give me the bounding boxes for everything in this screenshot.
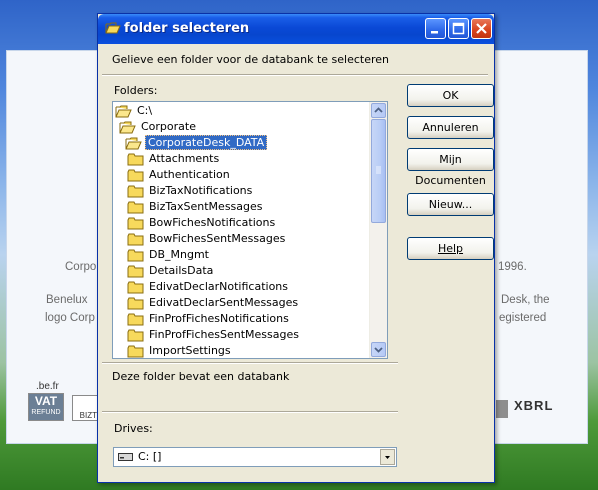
tree-item-label: Authentication [149,168,230,181]
folder-icon [127,265,144,278]
drive-select[interactable]: C: [] [113,447,397,467]
tree-item-label: DB_Mngmt [149,248,209,261]
tree-item-label: CorporateDesk_DATA [145,135,268,150]
grip-icon [376,166,381,174]
folders-label: Folders: [114,84,158,97]
minimize-button[interactable] [425,18,446,39]
tree-item-label: EdivatDeclarSentMessages [149,296,299,309]
biztax-logo: BIZT [72,395,98,421]
folder-icon [127,185,144,198]
tree-item-label: BowFichesSentMessages [149,232,286,245]
dialog-body: Gelieve een folder voor de databank te s… [102,44,494,480]
tree-item-label: FinProfFichesNotifications [149,312,289,325]
close-icon [476,23,487,34]
tree-item-label: Attachments [149,152,220,165]
tree-item-label: ImportSettings [149,344,231,357]
tree-item[interactable]: Authentication [127,167,232,183]
tree-item[interactable]: EdivatDeclarNotifications [127,279,290,295]
titlebar[interactable]: folder selecteren [98,14,494,44]
drives-label: Drives: [114,422,153,435]
scroll-thumb[interactable] [371,119,386,223]
bg-logo-block [496,400,508,418]
divider [102,411,398,413]
folder-icon [127,233,144,246]
divider [102,74,488,76]
folder-icon [127,313,144,326]
folder-icon [127,249,144,262]
folder-select-dialog: folder selecteren Gelieve een folder voo… [97,13,495,483]
tree-item[interactable]: BizTaxNotifications [127,183,254,199]
tree-item[interactable]: FinProfFichesNotifications [127,311,291,327]
folder-icon [127,345,144,358]
close-button[interactable] [471,18,492,39]
tree-item[interactable]: Corporate [119,119,198,135]
scroll-down-button[interactable] [371,342,386,357]
tree-item[interactable]: Attachments [127,151,221,167]
tree-item[interactable]: DB_Mngmt [127,247,211,263]
tree-item-label: Corporate [141,120,196,133]
tree-item[interactable]: CorporateDesk_DATA [125,135,268,151]
tree-item-label: EdivatDeclarNotifications [149,280,289,293]
tree-item-label: BowFichesNotifications [149,216,276,229]
chevron-down-icon [385,456,390,459]
drive-icon [118,453,133,461]
folder-icon [127,153,144,166]
folder-open-icon [115,105,132,118]
folder-icon [127,281,144,294]
logo-befr: .be.fr [36,381,59,392]
folder-open-icon [119,121,136,134]
chevron-down-icon [374,347,383,353]
help-button[interactable]: Help [407,237,494,260]
tree-item[interactable]: BowFichesSentMessages [127,231,287,247]
instruction-text: Gelieve een folder voor de databank te s… [112,53,389,66]
xbrl-logo: XBRL [514,398,554,413]
scroll-up-button[interactable] [371,103,386,118]
tree-item[interactable]: ImportSettings [127,343,233,358]
tree-item[interactable]: DetailsData [127,263,215,279]
tree-item-label: DetailsData [149,264,214,277]
new-folder-button[interactable]: Nieuw... [407,193,494,216]
folder-icon [127,169,144,182]
tree-item[interactable]: BizTaxSentMessages [127,199,265,215]
maximize-icon [452,22,465,35]
folder-icon [127,297,144,310]
status-text: Deze folder bevat een databank [112,370,290,383]
folder-open-icon [125,137,142,150]
cancel-button[interactable]: Annuleren [407,116,494,139]
window-title: folder selecteren [124,21,250,36]
tree-item-label: FinProfFichesSentMessages [149,328,299,341]
folder-icon [127,329,144,342]
vat-refund-logo: VAT REFUND [28,393,64,421]
divider [102,362,398,364]
bg-text-line2-left: Benelux [46,294,88,306]
bg-text-line1-right: 1996. [498,261,527,273]
tree-item-label: C:\ [137,104,153,117]
drive-dropdown-button[interactable] [380,449,395,465]
my-documents-button[interactable]: Mijn Documenten [407,148,494,187]
tree-item[interactable]: BowFichesNotifications [127,215,277,231]
tree-item-label: BizTaxNotifications [149,184,253,197]
tree-item-label: BizTaxSentMessages [149,200,263,213]
tree-item[interactable]: FinProfFichesSentMessages [127,327,301,343]
bg-text-line3-right: egistered [499,312,547,324]
ok-button[interactable]: OK [407,84,494,107]
bg-text-line1-left: Corpo [65,261,97,273]
folder-icon [127,217,144,230]
chevron-up-icon [374,107,383,113]
bg-text-line3-left: logo Corp [45,312,95,324]
bg-text-line2-right: Desk, the [501,294,550,306]
tree-item[interactable]: EdivatDeclarSentMessages [127,295,300,311]
folder-icon [127,201,144,214]
drive-value: C: [] [138,450,162,463]
folder-tree[interactable]: C:\ Corporate CorporateDesk_DATA Attachment… [112,101,388,359]
tree-scrollbar[interactable] [369,102,387,358]
folder-open-icon [105,22,121,34]
tree-item[interactable]: C:\ [115,103,154,119]
maximize-button[interactable] [448,18,469,39]
minimize-icon [431,31,438,34]
